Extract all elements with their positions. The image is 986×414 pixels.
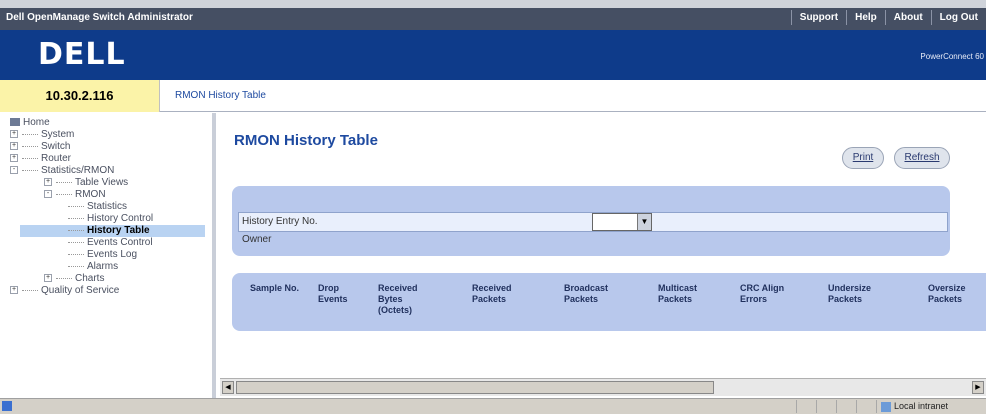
tree-item-router[interactable]: + Router xyxy=(10,153,71,165)
address-row: 10.30.2.116 RMON History Table xyxy=(0,80,986,112)
column-header-undersize-packets: Undersize Packets xyxy=(828,283,872,304)
home-icon xyxy=(10,118,20,127)
tree-item-events-control[interactable]: Events Control xyxy=(68,237,153,249)
scroll-right-icon[interactable]: ▶ xyxy=(972,381,984,394)
page-status-icon xyxy=(2,401,12,411)
column-header-received-bytes: Received Bytes (Octets) xyxy=(378,283,418,315)
tree-item-history-control[interactable]: History Control xyxy=(68,213,153,225)
tree-item-rmon[interactable]: - RMON xyxy=(44,189,106,201)
tree-item-charts[interactable]: + Charts xyxy=(44,273,104,285)
navigation-tree: Home + System + Switch + Router - Statistics… xyxy=(0,113,216,398)
chevron-down-icon[interactable]: ▼ xyxy=(637,214,651,230)
scroll-left-icon[interactable]: ◀ xyxy=(222,381,234,394)
expand-icon[interactable]: + xyxy=(44,178,52,187)
app-window: Dell OpenManage Switch Administrator Sup… xyxy=(0,0,986,414)
column-header-broadcast-packets: Broadcast Packets xyxy=(564,283,609,304)
device-ip: 10.30.2.116 xyxy=(0,80,160,112)
print-button[interactable]: Print xyxy=(842,147,884,169)
status-bar: Local intranet xyxy=(0,398,986,414)
tree-item-events-log[interactable]: Events Log xyxy=(68,249,137,261)
expand-icon[interactable]: + xyxy=(10,130,18,139)
top-bar: Dell OpenManage Switch Administrator Sup… xyxy=(0,0,986,30)
tree-item-alarms[interactable]: Alarms xyxy=(68,261,118,273)
brand-bar: DELL PowerConnect 60 xyxy=(0,30,986,80)
top-nav: Support Help About Log Out xyxy=(790,10,986,25)
horizontal-scrollbar[interactable]: ◀ ▶ xyxy=(220,378,986,396)
tree-item-system[interactable]: + System xyxy=(10,129,74,141)
tree-item-switch[interactable]: + Switch xyxy=(10,141,70,153)
owner-label: Owner xyxy=(242,234,272,245)
column-header-oversize-packets: Oversize Packets xyxy=(928,283,966,304)
expand-icon[interactable]: + xyxy=(44,274,52,283)
history-entry-label: History Entry No. xyxy=(242,216,318,227)
page-title: RMON History Table xyxy=(234,132,378,149)
expand-icon[interactable]: + xyxy=(10,154,18,163)
help-link[interactable]: Help xyxy=(846,10,885,25)
dell-logo: DELL xyxy=(38,37,126,72)
column-header-sample-no: Sample No. xyxy=(250,283,300,293)
breadcrumb: RMON History Table xyxy=(175,90,266,101)
support-link[interactable]: Support xyxy=(790,10,846,25)
tree-item-history-table[interactable]: History Table xyxy=(20,225,205,237)
column-header-received-packets: Received Packets xyxy=(472,283,512,304)
tree-item-statistics[interactable]: Statistics xyxy=(68,201,127,213)
model-label: PowerConnect 60 xyxy=(920,52,984,61)
history-entry-select[interactable]: ▼ xyxy=(592,213,652,231)
tree-item-table-views[interactable]: + Table Views xyxy=(44,177,128,189)
scroll-thumb[interactable] xyxy=(236,381,714,394)
expand-icon[interactable]: + xyxy=(10,142,18,151)
history-entry-panel: History Entry No. ▼ Owner xyxy=(232,186,950,256)
column-header-multicast-packets: Multicast Packets xyxy=(658,283,698,304)
tree-item-home[interactable]: Home xyxy=(10,117,50,129)
collapse-icon[interactable]: - xyxy=(44,190,52,199)
history-table-header: Sample No. Drop Events Received Bytes (O… xyxy=(232,273,986,331)
tree-item-statistics-rmon[interactable]: - Statistics/RMON xyxy=(10,165,114,177)
about-link[interactable]: About xyxy=(884,10,931,25)
collapse-icon[interactable]: - xyxy=(10,166,18,175)
app-title: Dell OpenManage Switch Administrator xyxy=(6,12,193,23)
security-zone: Local intranet xyxy=(876,400,948,413)
intranet-icon xyxy=(881,401,891,412)
logout-link[interactable]: Log Out xyxy=(930,10,986,25)
column-header-crc-align-errors: CRC Align Errors xyxy=(740,283,785,304)
column-header-drop-events: Drop Events xyxy=(318,283,348,304)
tree-item-quality-of-service[interactable]: + Quality of Service xyxy=(10,285,119,297)
refresh-button[interactable]: Refresh xyxy=(894,147,950,169)
main-content: RMON History Table Print Refresh History… xyxy=(220,113,986,378)
expand-icon[interactable]: + xyxy=(10,286,18,295)
